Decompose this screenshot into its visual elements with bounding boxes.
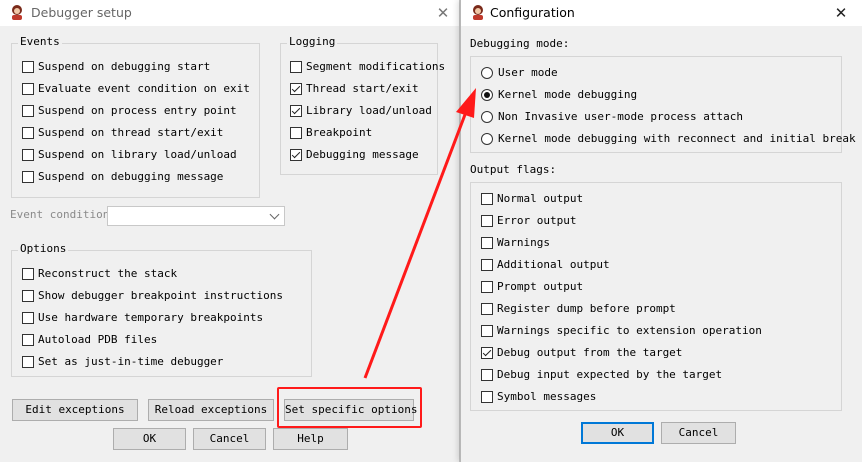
- checkbox-label: Library load/unload: [306, 104, 432, 117]
- checkbox-label: Suspend on library load/unload: [38, 148, 237, 161]
- checkbox-suspend-on-library[interactable]: [22, 149, 34, 161]
- close-icon[interactable]: ✕: [829, 2, 853, 24]
- window-title: Debugger setup: [31, 5, 132, 20]
- checkbox-label: Suspend on process entry point: [38, 104, 237, 117]
- close-icon[interactable]: ✕: [431, 2, 455, 24]
- checkbox-debug-output-from-target[interactable]: [481, 347, 493, 359]
- checkbox-label: Prompt output: [497, 280, 584, 293]
- checkbox-evaluate-event-condition[interactable]: [22, 83, 34, 95]
- checkbox-show-bpt-instructions[interactable]: [22, 290, 34, 302]
- checkbox-warnings-extension[interactable]: [481, 325, 493, 337]
- checkbox-breakpoint[interactable]: [290, 127, 302, 139]
- highlight-box-kernel-mode: [468, 68, 841, 152]
- checkbox-additional-output[interactable]: [481, 259, 493, 271]
- edit-exceptions-button[interactable]: Edit exceptions: [12, 399, 138, 421]
- checkbox-label: Use hardware temporary breakpoints: [38, 311, 264, 324]
- checkbox-label: Reconstruct the stack: [38, 267, 178, 280]
- reload-exceptions-button[interactable]: Reload exceptions: [148, 399, 274, 421]
- checkbox-library-load-unload[interactable]: [290, 105, 302, 117]
- options-group-label: Options: [18, 242, 69, 255]
- checkbox-reconstruct-stack[interactable]: [22, 268, 34, 280]
- checkbox-label: Warnings specific to extension operation: [497, 324, 762, 337]
- checkbox-thread-start-exit[interactable]: [290, 83, 302, 95]
- debugging-mode-label: Debugging mode:: [470, 37, 570, 50]
- event-condition-combo[interactable]: [107, 206, 285, 226]
- checkbox-suspend-on-thread[interactable]: [22, 127, 34, 139]
- checkbox-label: Debugging message: [306, 148, 419, 161]
- checkbox-just-in-time[interactable]: [22, 356, 34, 368]
- output-flags-label: Output flags:: [470, 163, 557, 176]
- checkbox-label: Error output: [497, 214, 577, 227]
- checkbox-label: Normal output: [497, 192, 584, 205]
- checkbox-debug-input-expected[interactable]: [481, 369, 493, 381]
- checkbox-label: Symbol messages: [497, 390, 597, 403]
- logging-group-label: Logging: [287, 35, 338, 48]
- chevron-down-icon: [269, 209, 280, 220]
- help-button[interactable]: Help: [273, 428, 348, 450]
- ida-app-icon: [473, 5, 483, 20]
- ida-app-icon: [12, 5, 22, 20]
- configuration-titlebar: Configuration ✕: [461, 0, 862, 26]
- checkbox-label: Debug output from the target: [497, 346, 683, 359]
- window-title: Configuration: [490, 5, 575, 20]
- checkbox-suspend-on-debugging-start[interactable]: [22, 61, 34, 73]
- checkbox-label: Thread start/exit: [306, 82, 419, 95]
- checkbox-label: Set as just-in-time debugger: [38, 355, 224, 368]
- highlight-box: [277, 387, 422, 428]
- checkbox-label: Autoload PDB files: [38, 333, 158, 346]
- config-ok-button[interactable]: OK: [581, 422, 654, 444]
- checkbox-suspend-on-debug-message[interactable]: [22, 171, 34, 183]
- checkbox-suspend-on-entry-point[interactable]: [22, 105, 34, 117]
- checkbox-label: Show debugger breakpoint instructions: [38, 289, 284, 302]
- checkbox-error-output[interactable]: [481, 215, 493, 227]
- checkbox-label: Register dump before prompt: [497, 302, 676, 315]
- event-condition-label: Event condition: [10, 208, 110, 221]
- checkbox-prompt-output[interactable]: [481, 281, 493, 293]
- cancel-button[interactable]: Cancel: [193, 428, 266, 450]
- debugger-setup-titlebar: Debugger setup ✕: [0, 0, 459, 26]
- checkbox-label: Segment modifications: [306, 60, 446, 73]
- checkbox-label: Suspend on debugging start: [38, 60, 211, 73]
- checkbox-register-dump[interactable]: [481, 303, 493, 315]
- checkbox-label: Suspend on thread start/exit: [38, 126, 224, 139]
- checkbox-label: Breakpoint: [306, 126, 373, 139]
- checkbox-label: Evaluate event condition on exit: [38, 82, 250, 95]
- checkbox-segment-modifications[interactable]: [290, 61, 302, 73]
- checkbox-debugging-message[interactable]: [290, 149, 302, 161]
- checkbox-label: Warnings: [497, 236, 550, 249]
- checkbox-autoload-pdb[interactable]: [22, 334, 34, 346]
- checkbox-hardware-temp-breakpoints[interactable]: [22, 312, 34, 324]
- checkbox-label: Debug input expected by the target: [497, 368, 723, 381]
- checkbox-warnings[interactable]: [481, 237, 493, 249]
- checkbox-symbol-messages[interactable]: [481, 391, 493, 403]
- checkbox-label: Additional output: [497, 258, 610, 271]
- ok-button[interactable]: OK: [113, 428, 186, 450]
- config-cancel-button[interactable]: Cancel: [661, 422, 736, 444]
- events-group-label: Events: [18, 35, 62, 48]
- checkbox-normal-output[interactable]: [481, 193, 493, 205]
- checkbox-label: Suspend on debugging message: [38, 170, 224, 183]
